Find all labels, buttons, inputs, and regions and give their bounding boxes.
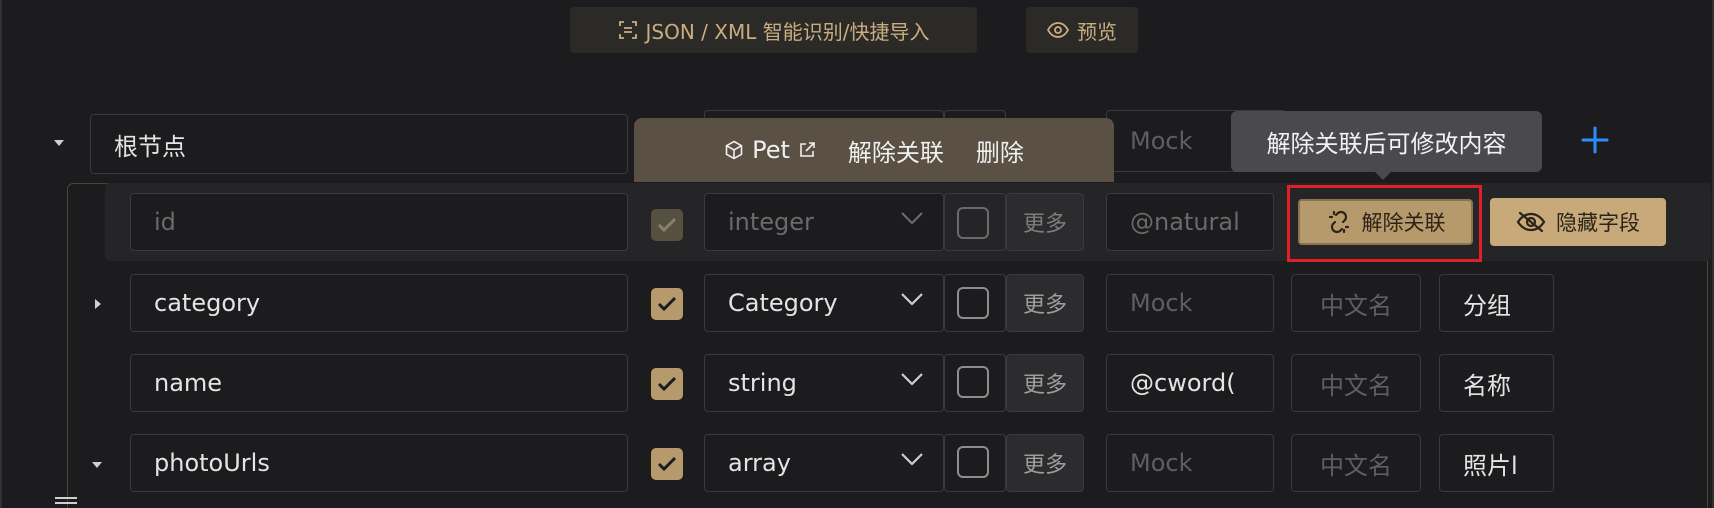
import-button[interactable]: JSON / XML 智能识别/快捷导入 (570, 7, 977, 53)
ref-model-popover: Pet 解除关联 删除 (634, 118, 1114, 182)
row-category-expand-toggle[interactable] (91, 297, 105, 311)
row-category-name-input[interactable]: category (130, 274, 628, 332)
row-name-mock-input[interactable]: @cword( (1106, 354, 1274, 412)
row-category-type-value: Category (728, 289, 838, 317)
row-id-more-button[interactable]: 更多 (1006, 193, 1084, 251)
chevron-down-icon (901, 212, 923, 225)
row-name-name-value: name (154, 369, 223, 397)
import-label: JSON / XML 智能识别/快捷导入 (645, 19, 930, 44)
check-icon (657, 456, 677, 472)
check-icon (657, 296, 677, 312)
eye-off-icon (1516, 211, 1546, 233)
row-id-required-checkbox[interactable] (651, 209, 683, 241)
check-icon (657, 376, 677, 392)
row-category-more-label: 更多 (1022, 293, 1067, 318)
row-name-cn-name-input[interactable]: 中文名 (1291, 354, 1421, 412)
row-name-mock-value: @cword( (1130, 369, 1236, 397)
row-category-desc-value: 分组 (1463, 291, 1511, 320)
row-name-required-checkbox[interactable] (651, 368, 683, 400)
hide-field-label: 隐藏字段 (1556, 211, 1640, 235)
highlight-frame (1287, 185, 1482, 262)
root-name-value: 根节点 (114, 132, 186, 161)
chevron-down-icon (901, 453, 923, 466)
root-name-input[interactable]: 根节点 (90, 114, 628, 174)
row-photourls-collapse-toggle[interactable] (90, 458, 104, 472)
row-name-desc-value: 名称 (1463, 371, 1511, 400)
root-mock-placeholder: Mock (1130, 127, 1193, 155)
hide-field-button[interactable]: 隐藏字段 (1490, 198, 1666, 246)
ref-delete-action[interactable]: 删除 (960, 133, 1040, 168)
row-name-more-label: 更多 (1022, 373, 1067, 398)
row-id-nullable-checkbox[interactable] (957, 207, 989, 239)
row-photourls-cn-name-placeholder: 中文名 (1320, 451, 1392, 480)
row-photourls-mock-input[interactable]: Mock (1106, 434, 1274, 492)
row-name-desc-input[interactable]: 名称 (1439, 354, 1554, 412)
row-category-mock-placeholder: Mock (1130, 289, 1193, 317)
row-photourls-more-button[interactable]: 更多 (1006, 434, 1084, 492)
row-photourls-nullable-checkbox[interactable] (957, 446, 989, 478)
row-id-type-value: integer (728, 208, 814, 236)
drag-handle-icon[interactable] (54, 496, 78, 506)
row-name-type-select[interactable]: string (704, 354, 944, 412)
chevron-down-icon (901, 373, 923, 386)
row-name-more-button[interactable]: 更多 (1006, 354, 1084, 412)
root-collapse-toggle[interactable] (52, 136, 66, 150)
preview-label: 预览 (1077, 19, 1117, 44)
add-child-plus-icon[interactable] (1580, 125, 1610, 155)
row-category-nullable-checkbox[interactable] (957, 287, 989, 319)
row-name-type-value: string (728, 369, 797, 397)
row-category-cn-name-input[interactable]: 中文名 (1291, 274, 1421, 332)
left-frame (0, 0, 2, 508)
row-category-required-checkbox[interactable] (651, 288, 683, 320)
row-category-cn-name-placeholder: 中文名 (1320, 291, 1392, 320)
row-photourls-cn-name-input[interactable]: 中文名 (1291, 434, 1421, 492)
row-id-mock-input[interactable]: @natural (1106, 193, 1274, 251)
row-photourls-type-select[interactable]: array (704, 434, 944, 492)
row-photourls-name-input[interactable]: photoUrls (130, 434, 628, 492)
row-id-type-select[interactable]: integer (704, 193, 944, 251)
row-id-more-label: 更多 (1022, 212, 1067, 237)
row-category-type-select[interactable]: Category (704, 274, 944, 332)
check-icon (657, 217, 677, 233)
row-name-nullable-checkbox[interactable] (957, 366, 989, 398)
row-id-name-value: id (154, 208, 176, 236)
unlink-tooltip: 解除关联后可修改内容 (1231, 111, 1542, 172)
row-photourls-required-checkbox[interactable] (651, 448, 683, 480)
tooltip-arrow (1374, 171, 1392, 180)
row-id-mock-value: @natural (1130, 208, 1240, 236)
cube-icon (725, 140, 743, 160)
row-photourls-mock-placeholder: Mock (1130, 449, 1193, 477)
row-category-name-value: category (154, 289, 261, 317)
eye-icon (1047, 22, 1069, 38)
external-link-icon (800, 142, 815, 157)
row-photourls-name-value: photoUrls (154, 449, 270, 477)
preview-button[interactable]: 预览 (1026, 7, 1138, 53)
row-photourls-more-label: 更多 (1022, 453, 1067, 478)
row-category-mock-input[interactable]: Mock (1106, 274, 1274, 332)
row-photourls-desc-input[interactable]: 照片l (1439, 434, 1554, 492)
row-name-cn-name-placeholder: 中文名 (1320, 371, 1392, 400)
row-name-name-input[interactable]: name (130, 354, 628, 412)
tooltip-text: 解除关联后可修改内容 (1266, 130, 1507, 158)
row-photourls-desc-value: 照片l (1463, 451, 1518, 480)
row-photourls-type-value: array (728, 449, 791, 477)
ref-unlink-action[interactable]: 解除关联 (832, 133, 960, 168)
chevron-down-icon (901, 293, 923, 306)
row-category-more-button[interactable]: 更多 (1006, 274, 1084, 332)
ref-model-link[interactable]: Pet (708, 136, 832, 164)
row-category-desc-input[interactable]: 分组 (1439, 274, 1554, 332)
row-id-name-input[interactable]: id (130, 193, 628, 251)
scan-icon (618, 21, 637, 39)
ref-model-name: Pet (752, 136, 790, 164)
